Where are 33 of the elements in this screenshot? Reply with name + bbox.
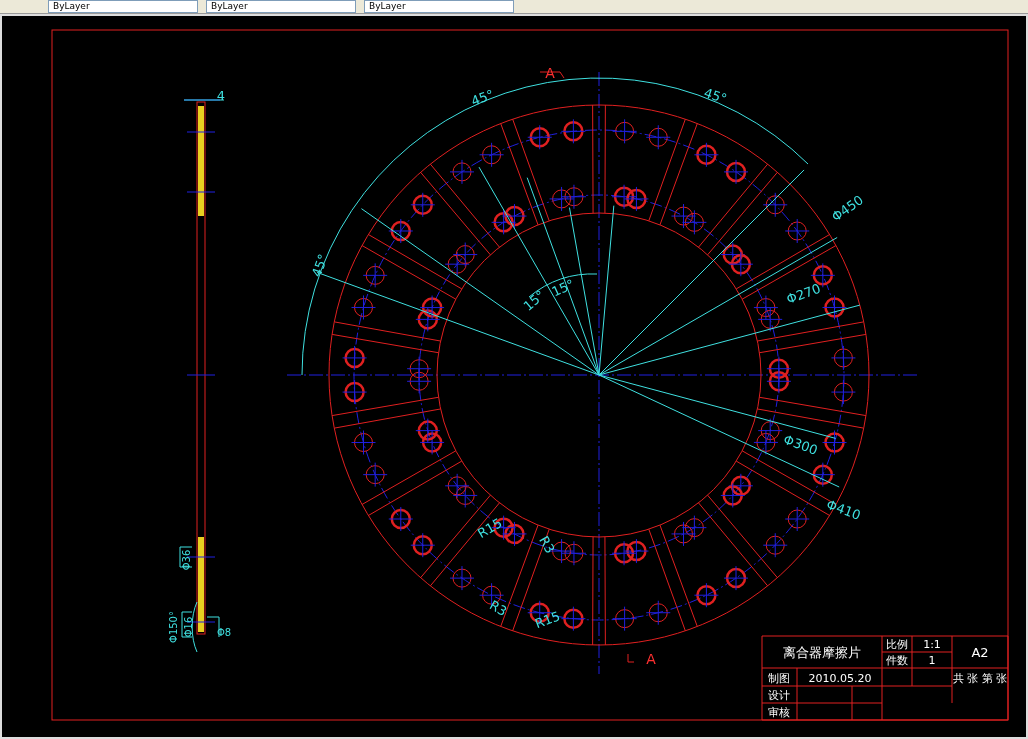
dimension-label: 45°	[702, 85, 729, 107]
field-label: 设计	[768, 689, 790, 702]
dimension-label: 45°	[308, 252, 331, 279]
dimension-label: Φ8	[216, 627, 232, 638]
layer-dropdown[interactable]: ByLayer	[48, 0, 198, 13]
dimension-label: R3	[487, 597, 510, 619]
field-label: 件数	[886, 654, 908, 667]
dimension-label: R15	[532, 608, 563, 632]
sheet-size: A2	[971, 645, 989, 660]
dimension-label: Φ150°	[168, 611, 179, 643]
dimension-label: Φ300	[781, 431, 820, 458]
dimension-label: R15	[474, 515, 505, 541]
scale-value: 1:1	[923, 638, 941, 651]
field-label: 制图	[768, 672, 790, 685]
drawing-title: 离合器摩擦片	[783, 645, 861, 660]
layer-dropdown[interactable]: ByLayer	[206, 0, 356, 13]
dimension-label: Φ16	[183, 616, 194, 638]
dimension-label: Φ410	[824, 496, 863, 523]
dimension-label: R3	[536, 533, 558, 556]
field-label: 比例	[886, 638, 908, 651]
dimension-label: 4	[216, 88, 226, 103]
dimension-label: 45°	[469, 86, 496, 109]
field-label: 审核	[768, 706, 790, 719]
sheet-count: 共 张 第 张	[952, 672, 1008, 685]
section-label: A	[545, 65, 555, 81]
dimension-label: 15°	[549, 276, 577, 300]
count-value: 1	[928, 654, 936, 667]
dimension-label: Φ270	[784, 280, 823, 307]
dimension-label: Φ36	[181, 549, 192, 571]
date-value: 2010.05.20	[808, 672, 872, 685]
dimension-label: 15°	[520, 287, 548, 314]
section-label: A	[646, 651, 656, 667]
layer-dropdown[interactable]: ByLayer	[364, 0, 514, 13]
